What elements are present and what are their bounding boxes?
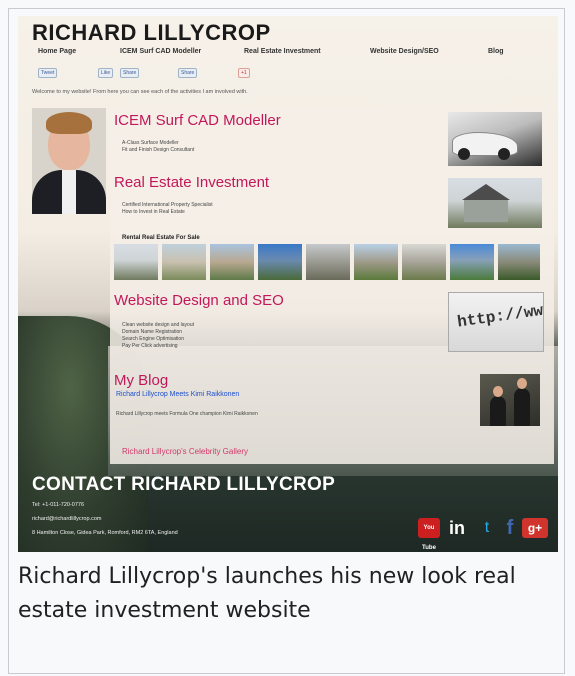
like-button[interactable]: Like	[98, 68, 114, 78]
youtube-icon[interactable]: You Tube	[418, 518, 440, 551]
twitter-icon[interactable]: t	[476, 518, 498, 538]
main-nav: Home Page ICEM Surf CAD Modeller Real Es…	[38, 48, 548, 60]
nav-item-home[interactable]: Home Page	[38, 48, 76, 55]
contact-title: CONTACT RICHARD LILLYCROP	[32, 474, 336, 495]
blog-post-link[interactable]: Richard Lillycrop Meets Kimi Raikkonen	[116, 391, 239, 398]
linkedin-icon[interactable]: in	[446, 518, 468, 538]
website-line-1: Clean website design and layout	[122, 322, 194, 328]
icem-section-title[interactable]: ICEM Surf CAD Modeller	[114, 112, 281, 129]
contact-email[interactable]: richard@richardlillycrop.com	[32, 516, 101, 522]
blog-section-title[interactable]: My Blog	[114, 372, 168, 389]
linkedin-share-button[interactable]: Share	[178, 68, 198, 78]
rental-photo[interactable]	[114, 244, 158, 280]
site-title: RICHARD LILLYCROP	[32, 20, 271, 45]
contact-address: 8 Hamilton Close, Gidea Park, Romford, R…	[32, 530, 178, 536]
http-image[interactable]: http://www	[448, 292, 544, 352]
rental-photo[interactable]	[354, 244, 398, 280]
celebrity-gallery-link[interactable]: Richard Lillycrop's Celebrity Gallery	[122, 447, 248, 456]
real-estate-section-title[interactable]: Real Estate Investment	[114, 174, 269, 191]
welcome-text: Welcome to my website! From here you can…	[32, 89, 248, 95]
rental-photo[interactable]	[450, 244, 494, 280]
plus-one-button[interactable]: +1	[238, 68, 250, 78]
website-line-3: Search Engine Optimisation	[122, 336, 184, 342]
car-image[interactable]	[448, 112, 542, 166]
house-image[interactable]	[448, 178, 542, 228]
rental-photo[interactable]	[402, 244, 446, 280]
website-line-4: Pay Per Click advertising	[122, 343, 178, 349]
blog-post-summary: Richard Lillycrop meets Formula One cham…	[116, 411, 258, 417]
facebook-icon[interactable]: f	[500, 518, 520, 538]
image-caption: Richard Lillycrop's launches his new loo…	[18, 564, 516, 623]
real-estate-line-1: Certified International Property Special…	[122, 202, 213, 208]
website-section-title[interactable]: Website Design and SEO	[114, 292, 284, 309]
nav-item-website-design[interactable]: Website Design/SEO	[370, 48, 439, 55]
website-screenshot[interactable]: RICHARD LILLYCROP Home Page ICEM Surf CA…	[18, 16, 558, 552]
nav-item-icem[interactable]: ICEM Surf CAD Modeller	[120, 48, 201, 55]
rental-photo[interactable]	[162, 244, 206, 280]
share-button[interactable]: Share	[120, 68, 140, 78]
icem-line-2: Fit and Finish Design Consultant	[122, 147, 195, 153]
nav-item-real-estate[interactable]: Real Estate Investment	[244, 48, 321, 55]
rental-photo[interactable]	[306, 244, 350, 280]
blog-photo[interactable]	[480, 374, 540, 426]
real-estate-line-2: How to Invest in Real Estate	[122, 209, 185, 215]
rental-label: Rental Real Estate For Sale	[122, 235, 200, 241]
rental-photo[interactable]	[210, 244, 254, 280]
google-plus-icon[interactable]: g+	[522, 518, 548, 538]
website-line-2: Domain Name Registration	[122, 329, 183, 335]
nav-item-blog[interactable]: Blog	[488, 48, 504, 55]
contact-phone: Tel: +1-011-720-0776	[32, 502, 85, 508]
rental-photo[interactable]	[498, 244, 540, 280]
rental-photo[interactable]	[258, 244, 302, 280]
icem-line-1: A-Class Surface Modeller	[122, 140, 179, 146]
tweet-button[interactable]: Tweet	[38, 68, 58, 78]
profile-photo	[32, 108, 106, 214]
